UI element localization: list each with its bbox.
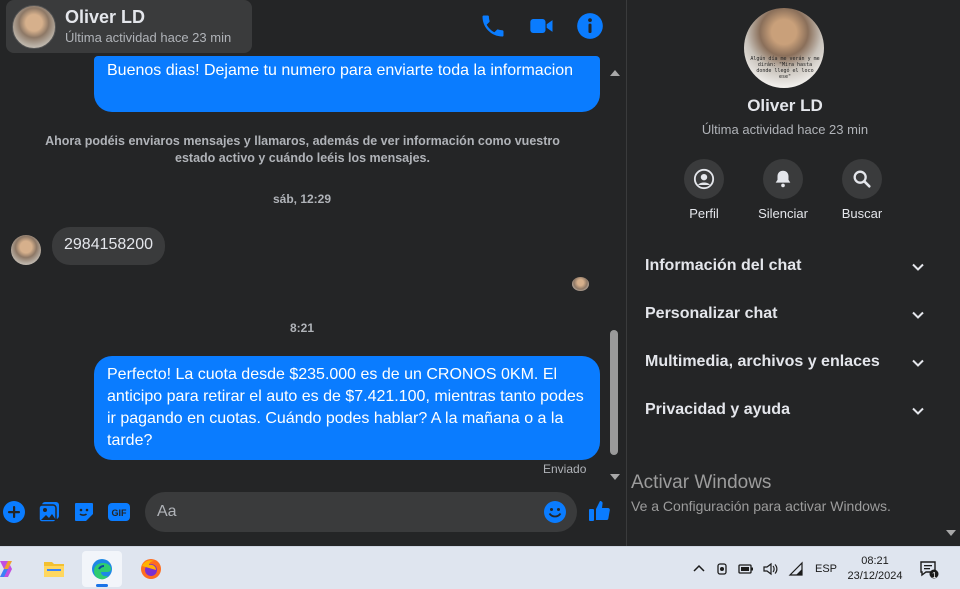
- message-composer: GIF Aa: [0, 490, 626, 536]
- section-label: Información del chat: [645, 257, 802, 274]
- mute-label: Silenciar: [758, 206, 808, 221]
- section-privacy-help[interactable]: Privacidad y ayuda: [645, 396, 925, 426]
- like-icon[interactable]: [588, 499, 614, 525]
- phone-icon[interactable]: [479, 12, 507, 40]
- outgoing-message[interactable]: Buenos dias! Dejame tu numero para envia…: [94, 56, 600, 112]
- window-scrollbar[interactable]: [942, 0, 960, 546]
- message-list[interactable]: Buenos dias! Dejame tu numero para envia…: [0, 56, 626, 488]
- messenger-window: Oliver LD Última actividad hace 23 min B…: [0, 0, 960, 546]
- gif-label: GIF: [112, 508, 128, 518]
- copilot-icon[interactable]: [0, 551, 26, 587]
- message-input-placeholder: Aa: [157, 503, 177, 520]
- search-label: Buscar: [841, 206, 883, 221]
- seen-indicator-avatar: [572, 277, 589, 291]
- scroll-up-arrow-icon[interactable]: [610, 70, 620, 76]
- clock-time: 08:21: [861, 555, 889, 567]
- wifi-icon[interactable]: [788, 561, 804, 577]
- scroll-down-arrow-icon[interactable]: [610, 474, 620, 480]
- chevron-down-icon: [912, 311, 924, 319]
- sent-status: Enviado: [543, 462, 587, 476]
- sender-avatar[interactable]: [11, 235, 41, 265]
- profile-avatar[interactable]: Algún día me verán y me dirán: "Mira has…: [744, 8, 824, 88]
- chevron-down-icon: [912, 359, 924, 367]
- windows-activation-watermark: Activar Windows Ve a Configuración para …: [631, 472, 931, 514]
- system-clock[interactable]: 08:21 23/12/2024: [844, 554, 906, 584]
- edge-icon[interactable]: [82, 551, 122, 587]
- profile-button[interactable]: Perfil: [669, 159, 739, 221]
- bell-icon[interactable]: [763, 159, 803, 199]
- system-note: Ahora podéis enviaros mensajes y llamaro…: [45, 134, 560, 165]
- chat-pane: Oliver LD Última actividad hace 23 min B…: [0, 0, 626, 546]
- gif-icon[interactable]: GIF: [107, 500, 131, 524]
- video-icon[interactable]: [528, 12, 556, 40]
- active-app-indicator: [96, 584, 108, 587]
- windows-taskbar: ESP 08:21 23/12/2024 1: [0, 546, 960, 589]
- contact-name: Oliver LD: [65, 7, 146, 27]
- profile-status: Última actividad hace 23 min: [701, 122, 869, 137]
- contact-header-button[interactable]: Oliver LD Última actividad hace 23 min: [6, 0, 252, 53]
- notification-count-badge: 1: [932, 571, 937, 580]
- language-indicator[interactable]: ESP: [815, 563, 837, 575]
- message-input[interactable]: Aa: [145, 492, 577, 532]
- clock-date: 23/12/2024: [847, 570, 903, 582]
- scroll-down-arrow-icon[interactable]: [946, 530, 956, 536]
- search-icon[interactable]: [842, 159, 882, 199]
- profile-icon[interactable]: [684, 159, 724, 199]
- emoji-icon[interactable]: [543, 500, 567, 524]
- chat-scrollbar[interactable]: [608, 66, 622, 486]
- firefox-icon[interactable]: [131, 551, 171, 587]
- section-media-files-links[interactable]: Multimedia, archivos y enlaces: [645, 348, 925, 378]
- volume-icon[interactable]: [762, 561, 778, 577]
- activation-title: Activar Windows: [631, 472, 772, 493]
- incoming-message[interactable]: 2984158200: [52, 227, 165, 265]
- section-chat-info[interactable]: Información del chat: [645, 252, 925, 282]
- activation-subtitle: Ve a Configuración para activar Windows.: [631, 498, 891, 514]
- timestamp-separator: 8:21: [289, 321, 315, 335]
- section-label: Personalizar chat: [645, 305, 778, 322]
- chevron-up-icon[interactable]: [691, 561, 707, 577]
- info-icon[interactable]: [576, 12, 604, 40]
- avatar-caption: Algún día me verán y me dirán: "Mira has…: [750, 56, 820, 80]
- gallery-icon[interactable]: [37, 500, 61, 524]
- meet-now-icon[interactable]: [715, 561, 731, 577]
- chevron-down-icon: [912, 263, 924, 271]
- mute-button[interactable]: Silenciar: [748, 159, 818, 221]
- plus-icon[interactable]: [2, 500, 26, 524]
- search-button[interactable]: Buscar: [827, 159, 897, 221]
- profile-label: Perfil: [689, 206, 719, 221]
- sticker-icon[interactable]: [72, 500, 96, 524]
- chat-info-panel: Algún día me verán y me dirán: "Mira has…: [626, 0, 942, 546]
- scroll-thumb[interactable]: [610, 330, 618, 455]
- chat-header: Oliver LD Última actividad hace 23 min: [0, 0, 626, 56]
- chevron-down-icon: [912, 407, 924, 415]
- file-explorer-icon[interactable]: [34, 551, 74, 587]
- profile-name: Oliver LD: [747, 96, 823, 115]
- section-customize-chat[interactable]: Personalizar chat: [645, 300, 925, 330]
- section-label: Privacidad y ayuda: [645, 401, 790, 418]
- battery-icon[interactable]: [738, 561, 754, 577]
- section-label: Multimedia, archivos y enlaces: [645, 353, 880, 370]
- outgoing-message[interactable]: Perfecto! La cuota desde $235.000 es de …: [94, 356, 600, 460]
- timestamp-separator: sáb, 12:29: [272, 192, 332, 206]
- contact-avatar[interactable]: [12, 5, 56, 49]
- contact-status: Última actividad hace 23 min: [65, 30, 232, 45]
